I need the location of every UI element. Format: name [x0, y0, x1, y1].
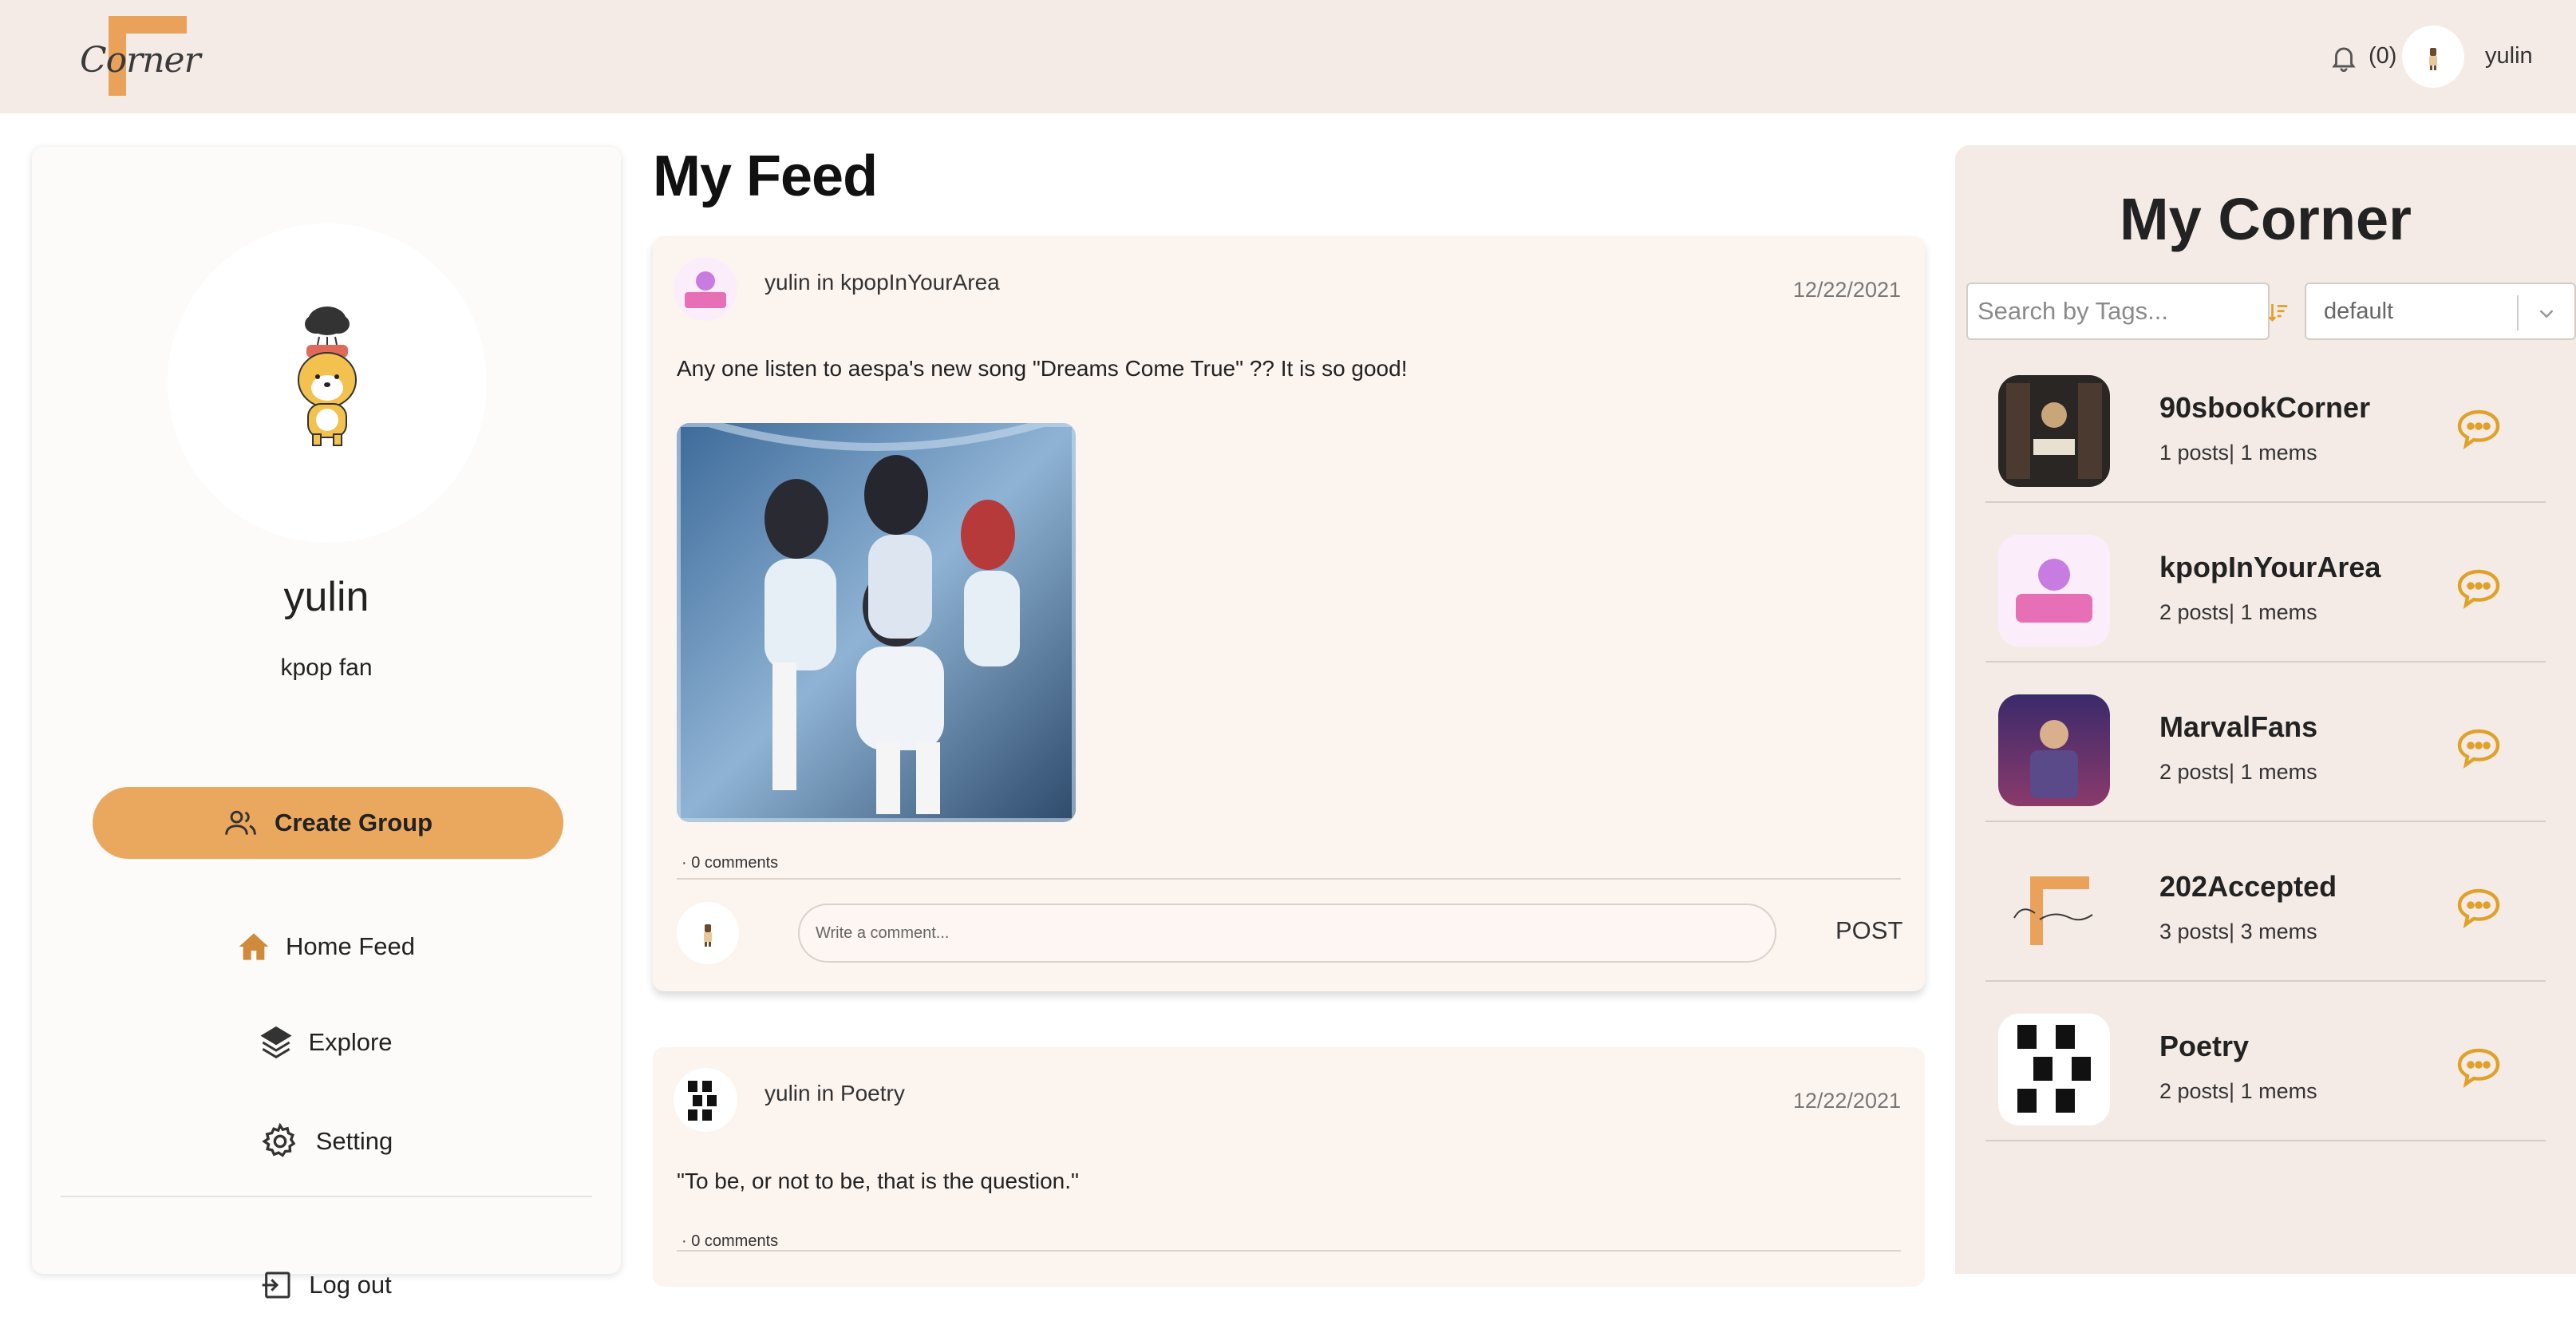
- corner-logo[interactable]: Corner: [80, 13, 201, 99]
- nav-explore[interactable]: Explore: [32, 1010, 621, 1074]
- group-thumbnail: [1998, 694, 2110, 806]
- dog-character-icon: [298, 307, 357, 446]
- group-item[interactable]: kpopInYourArea 2 posts| 1 mems: [1985, 503, 2546, 662]
- top-bar: Corner (0) yulin: [0, 0, 2576, 113]
- group-stats: 1 posts| 1 mems: [2159, 441, 2317, 465]
- post-divider: [677, 1250, 1901, 1252]
- logo-text: Corner: [80, 40, 201, 81]
- nav-home-feed-label: Home Feed: [286, 932, 415, 960]
- post-comment-button[interactable]: POST: [1835, 916, 1902, 945]
- chat-bubble-icon[interactable]: [2455, 726, 2503, 771]
- group-item[interactable]: 90sbookCorner 1 posts| 1 mems: [1985, 343, 2546, 503]
- group-name: 202Accepted: [2159, 870, 2337, 903]
- profile-bio: kpop fan: [280, 655, 373, 681]
- tag-search[interactable]: [1966, 283, 2270, 340]
- group-stats: 2 posts| 1 mems: [2159, 1079, 2317, 1103]
- post-author[interactable]: yulin in kpopInYourArea: [765, 270, 1000, 295]
- group-stats: 2 posts| 1 mems: [2159, 760, 2317, 784]
- group-photo-icon: [677, 423, 1076, 822]
- comment-input[interactable]: [798, 904, 1776, 963]
- post-author[interactable]: yulin in Poetry: [765, 1081, 905, 1106]
- post-text: Any one listen to aespa's new song "Drea…: [677, 356, 1408, 381]
- comment-count[interactable]: · 0 comments: [682, 1232, 778, 1251]
- post-text: "To be, or not to be, that is the questi…: [677, 1169, 1079, 1193]
- group-name: kpopInYourArea: [2159, 551, 2381, 583]
- post-divider: [677, 878, 1901, 880]
- group-avatar[interactable]: [674, 257, 737, 321]
- sort-icon[interactable]: [2266, 300, 2290, 324]
- group-name: MarvalFans: [2159, 710, 2318, 743]
- group-thumbnail: [1998, 854, 2110, 966]
- group-item[interactable]: 202Accepted 3 posts| 3 mems: [1985, 822, 2546, 982]
- nav-explore-label: Explore: [308, 1028, 393, 1056]
- poetry-logo-icon: [674, 1068, 737, 1132]
- avengers-poster-icon: [1998, 694, 2110, 806]
- comment-avatar: [677, 902, 739, 964]
- post-card: yulin in Poetry 12/22/2021 "To be, or no…: [653, 1047, 1925, 1287]
- comment-count[interactable]: · 0 comments: [682, 854, 778, 872]
- group-avatar[interactable]: [674, 1068, 737, 1132]
- logo-mark-top: [109, 16, 187, 34]
- sort-select[interactable]: default: [2305, 283, 2576, 340]
- group-thumbnail: [1998, 375, 2110, 487]
- profile-avatar[interactable]: [168, 223, 487, 543]
- nav-log-out-label: Log out: [309, 1271, 392, 1299]
- home-icon: [239, 933, 269, 960]
- sidebar-divider: [61, 1196, 592, 1197]
- avatar-figure-icon: [704, 924, 712, 947]
- top-username[interactable]: yulin: [2485, 43, 2533, 69]
- nav-log-out[interactable]: Log out: [32, 1253, 621, 1317]
- notification-count[interactable]: (0): [2369, 43, 2396, 69]
- poetry-logo-icon: [1998, 1014, 2110, 1125]
- book-reader-icon: [1998, 375, 2110, 487]
- chat-bubble-icon[interactable]: [2455, 1046, 2503, 1090]
- post-date: 12/22/2021: [1792, 278, 1901, 302]
- user-avatar[interactable]: [2402, 26, 2464, 88]
- panel-title: My Corner: [2120, 186, 2412, 252]
- bell-icon[interactable]: [2329, 42, 2359, 73]
- logout-icon: [262, 1272, 290, 1299]
- profile-sidebar: yulin kpop fan Create Group Home Feed Ex…: [32, 147, 621, 1299]
- create-group-label: Create Group: [274, 809, 433, 836]
- corner-logo-icon: [1998, 854, 2110, 966]
- post-image[interactable]: [677, 423, 1076, 822]
- group-item[interactable]: MarvalFans 2 posts| 1 mems: [1985, 662, 2546, 822]
- group-thumbnail: [1998, 1014, 2110, 1125]
- sort-select-value: default: [2324, 299, 2394, 324]
- kpop-logo-icon: [1998, 535, 2110, 647]
- group-thumbnail: [1998, 535, 2110, 647]
- layers-icon: [260, 1026, 293, 1059]
- group-stats: 2 posts| 1 mems: [2159, 600, 2317, 624]
- profile-name: yulin: [283, 574, 369, 620]
- group-name: 90sbookCorner: [2159, 391, 2371, 424]
- nav-home-feed[interactable]: Home Feed: [32, 915, 621, 979]
- tag-search-input[interactable]: [1968, 284, 2268, 338]
- chevron-down-icon: [2539, 310, 2554, 318]
- nav-setting-label: Setting: [315, 1127, 393, 1155]
- post-card: yulin in kpopInYourArea 12/22/2021 Any o…: [653, 236, 1925, 991]
- kpop-logo-icon: [674, 257, 737, 321]
- group-name: Poetry: [2159, 1030, 2250, 1062]
- my-corner-panel: My Corner default 90sbookCorner 1 posts|…: [1955, 145, 2576, 1274]
- users-icon: [225, 810, 256, 835]
- select-separator: [2517, 295, 2519, 330]
- group-item[interactable]: Poetry 2 posts| 1 mems: [1985, 982, 2546, 1141]
- create-group-button[interactable]: Create Group: [93, 787, 563, 859]
- chat-bubble-icon[interactable]: [2455, 567, 2503, 611]
- gear-icon: [261, 1122, 296, 1157]
- chat-bubble-icon[interactable]: [2455, 407, 2503, 452]
- nav-setting[interactable]: Setting: [32, 1109, 621, 1173]
- avatar-figure-icon: [2429, 48, 2437, 70]
- chat-bubble-icon[interactable]: [2455, 886, 2503, 931]
- post-date: 12/22/2021: [1792, 1089, 1901, 1113]
- page-title: My Feed: [653, 144, 878, 208]
- group-stats: 3 posts| 3 mems: [2159, 920, 2317, 943]
